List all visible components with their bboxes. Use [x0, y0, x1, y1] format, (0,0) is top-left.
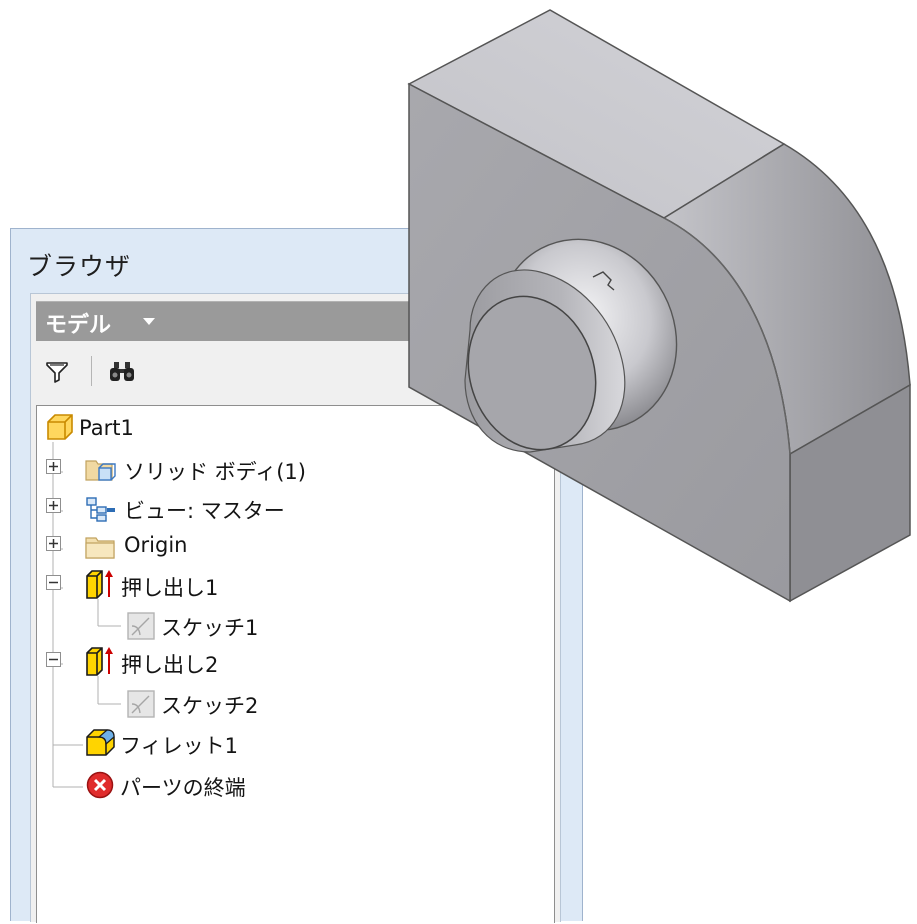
tree-item-label: 押し出し2 [121, 653, 219, 677]
tree-item-label: 押し出し1 [121, 576, 219, 600]
toolbar-separator [91, 356, 92, 386]
tree-item-extrude1[interactable]: 押し出し1 [37, 564, 556, 604]
tree-item-label: スケッチ2 [161, 694, 259, 718]
folder-icon [85, 533, 117, 565]
filter-icon[interactable] [45, 360, 69, 388]
chevron-down-icon [143, 318, 155, 325]
sketch-icon [127, 690, 155, 722]
part-icon [45, 412, 75, 446]
model-selector-label: モデル [45, 313, 112, 338]
model-tree[interactable]: Part1 ソリッド ボディ(1) ビュー: マスター Origin 押し出し1… [36, 405, 555, 923]
tree-item-solid-bodies[interactable]: ソリッド ボディ(1) [37, 448, 556, 488]
plus-icon[interactable] [46, 459, 61, 478]
tree-item-fillet1[interactable]: フィレット1 [37, 722, 556, 762]
extrude-icon [85, 568, 115, 604]
tree-item-extrude2[interactable]: 押し出し2 [37, 641, 556, 681]
tree-item-label: Origin [124, 533, 188, 557]
browser-title: ブラウザ [27, 252, 132, 281]
plus-icon[interactable] [46, 498, 61, 517]
tree-item-sketch2[interactable]: スケッチ2 [37, 682, 556, 722]
end-of-part-icon [86, 771, 114, 803]
solid-bodies-folder-icon [85, 456, 117, 488]
extrude-icon [85, 645, 115, 681]
view-rep-icon [85, 495, 117, 527]
sketch-icon [127, 612, 155, 644]
tree-item-label: スケッチ1 [161, 616, 259, 640]
tree-item-label: ビュー: マスター [124, 499, 285, 523]
tree-item-label: フィレット1 [120, 734, 238, 758]
tree-item-origin[interactable]: Origin [37, 525, 556, 565]
binoculars-icon[interactable] [108, 360, 136, 388]
tree-item-sketch1[interactable]: スケッチ1 [37, 604, 556, 644]
minus-icon[interactable] [46, 575, 61, 594]
fillet-icon [85, 727, 117, 761]
tree-item-end-of-part[interactable]: パーツの終端 [37, 764, 556, 804]
plus-icon[interactable] [46, 536, 61, 555]
tree-item-view-master[interactable]: ビュー: マスター [37, 487, 556, 527]
tree-item-label: ソリッド ボディ(1) [124, 460, 306, 484]
minus-icon[interactable] [46, 652, 61, 671]
tree-item-label: Part1 [79, 416, 134, 440]
tree-item-label: パーツの終端 [120, 776, 246, 800]
